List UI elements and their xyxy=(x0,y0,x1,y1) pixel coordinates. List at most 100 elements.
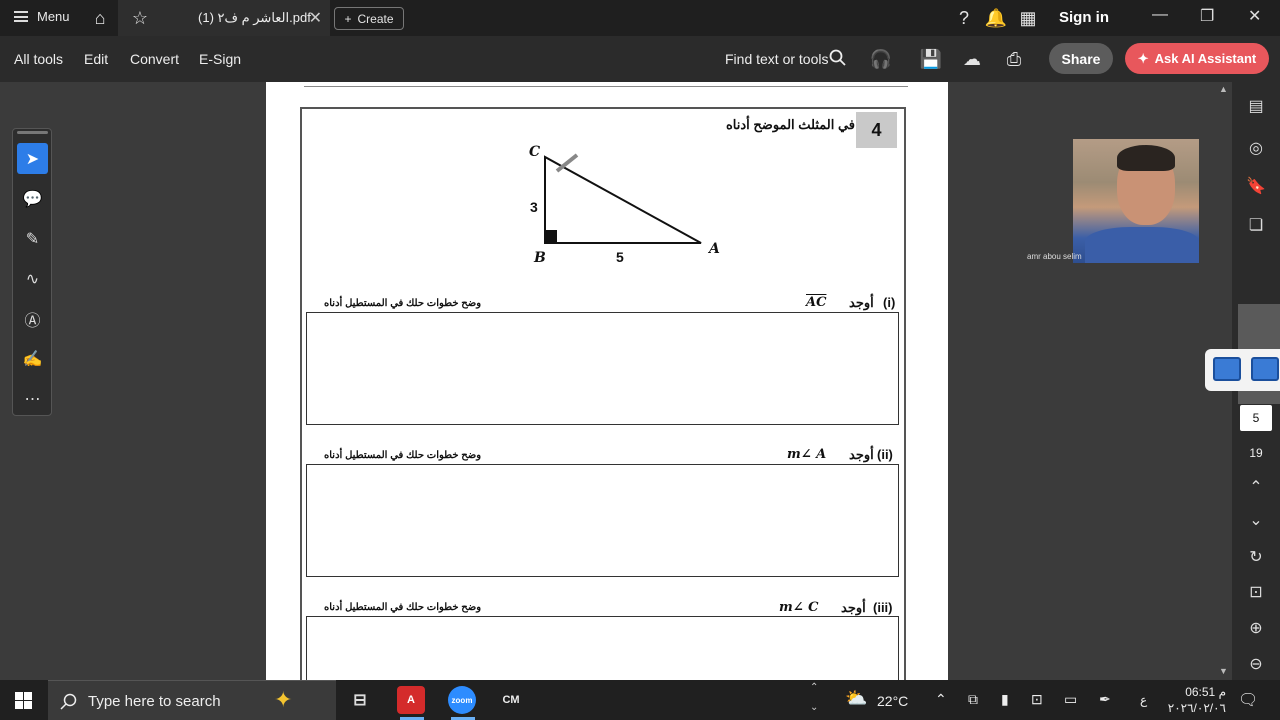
zoom-in-icon[interactable]: ⊕ xyxy=(1246,618,1266,638)
star-icon[interactable]: ☆ xyxy=(128,6,152,30)
taskbar-search[interactable]: Type here to search ✦ xyxy=(48,680,336,720)
print-icon[interactable]: ⎙ xyxy=(1002,47,1026,71)
answer-box-i[interactable] xyxy=(306,312,899,425)
scroll-up-icon[interactable]: ▲ xyxy=(1219,84,1228,94)
comment-panel-icon[interactable]: ◎ xyxy=(1246,138,1266,158)
edit-pdf-icon[interactable]: ▤ xyxy=(1246,96,1266,116)
vertex-b-label: B xyxy=(534,250,546,266)
highlight-pen-icon[interactable]: ✎ xyxy=(17,223,48,254)
windows-taskbar: Type here to search ✦ ⊟ A zoom CM ⌃ ⌄ ⛅ … xyxy=(0,680,1280,720)
upload-cloud-icon[interactable]: ☁ xyxy=(960,47,984,71)
close-tab-icon[interactable]: ✕ xyxy=(309,8,322,28)
camera-icon[interactable]: ⊡ xyxy=(1031,691,1043,708)
minimize-icon[interactable]: — xyxy=(1152,6,1168,24)
signature-icon[interactable]: ✍ xyxy=(17,343,48,374)
instruction-text: وضح خطوات حلك في المستطيل أدناه xyxy=(324,602,482,613)
clock-date: ٢٠٢٦/٠٢/٠٦ xyxy=(1167,701,1226,715)
menu-edit[interactable]: Edit xyxy=(84,51,108,67)
comment-icon[interactable]: 💬 xyxy=(17,183,48,214)
select-tool-icon[interactable]: ➤ xyxy=(17,143,48,174)
question-text: في المثلث الموضح أدناه xyxy=(726,117,855,132)
menu-all-tools[interactable]: All tools xyxy=(14,51,63,67)
part-number: (iii) xyxy=(873,600,893,615)
sign-in-button[interactable]: Sign in xyxy=(1059,9,1109,26)
home-icon[interactable]: ⌂ xyxy=(88,6,112,30)
mic-icon[interactable]: ▮ xyxy=(1001,691,1009,708)
create-button[interactable]: + Create xyxy=(334,7,404,30)
search-icon[interactable] xyxy=(829,49,847,67)
page-top-rule xyxy=(304,86,908,87)
answer-box-ii[interactable] xyxy=(306,464,899,577)
draw-freehand-icon[interactable]: ∿ xyxy=(17,263,48,294)
scroll-down-icon[interactable]: ⌄ xyxy=(810,702,818,713)
instruction-text: وضح خطوات حلك في المستطيل أدناه xyxy=(324,450,482,461)
hamburger-icon xyxy=(14,11,28,22)
page-up-icon[interactable]: ⌃ xyxy=(1246,477,1266,497)
page-down-icon[interactable]: ⌄ xyxy=(1246,510,1266,530)
video-person-hair xyxy=(1117,145,1175,171)
text-box-icon[interactable]: Ⓐ xyxy=(17,303,48,334)
create-label: Create xyxy=(357,11,394,26)
scroll-up-icon[interactable]: ⌃ xyxy=(810,682,818,693)
document-tab[interactable]: ☆ العاشر م ف٢ (1).pdf ✕ xyxy=(118,0,330,36)
question-number: 4 xyxy=(856,112,897,148)
bell-icon[interactable]: 🔔 xyxy=(984,6,1008,30)
save-icon[interactable]: 💾 xyxy=(919,47,943,71)
video-thumbnail[interactable] xyxy=(1073,139,1199,263)
participant-name: amr abou selim xyxy=(1027,252,1082,261)
find-tools-button[interactable]: Find text or tools xyxy=(725,51,829,67)
battery-icon[interactable]: ▭ xyxy=(1064,691,1077,708)
weather-icon[interactable]: ⛅ xyxy=(845,688,867,709)
find-label: أوجد xyxy=(841,600,866,615)
pdf-page: 4 في المثلث الموضح أدناه C B A 3 5 وضح خ… xyxy=(266,82,948,682)
pages-icon[interactable]: ❏ xyxy=(1246,215,1266,235)
close-window-icon[interactable]: ✕ xyxy=(1248,6,1261,26)
side-bc-label: 3 xyxy=(530,199,538,215)
instruction-text: وضح خطوات حلك في المستطيل أدناه xyxy=(324,298,482,309)
find-label: أوجد xyxy=(849,447,874,462)
acrobat-app-icon[interactable]: A xyxy=(397,686,425,714)
ask-ai-label: Ask AI Assistant xyxy=(1154,51,1257,66)
meet-now-icon[interactable]: ⧉ xyxy=(968,691,978,708)
answer-box-iii[interactable] xyxy=(306,616,899,682)
weather-temp[interactable]: 22°C xyxy=(877,693,908,709)
zoom-app-icon[interactable]: zoom xyxy=(448,686,476,714)
help-icon[interactable]: ? xyxy=(952,6,976,30)
share-screen-icon[interactable] xyxy=(1213,357,1241,381)
toolbar-grip[interactable] xyxy=(17,131,48,134)
scroll-down-icon[interactable]: ▼ xyxy=(1219,666,1228,676)
current-page-number[interactable]: 5 xyxy=(1240,405,1272,431)
search-highlight-icon: ✦ xyxy=(274,687,293,712)
zoom-out-icon[interactable]: ⊖ xyxy=(1246,654,1266,674)
bookmark-icon[interactable]: 🔖 xyxy=(1246,176,1266,196)
menu-button[interactable]: Menu xyxy=(14,9,70,24)
headphones-icon[interactable]: 🎧 xyxy=(869,47,893,71)
taskbar-clock[interactable]: 06:51 م ٢٠٢٦/٠٢/٠٦ xyxy=(1164,684,1226,716)
share-button[interactable]: Share xyxy=(1049,43,1113,74)
title-bar: Menu ⌂ ☆ العاشر م ف٢ (1).pdf ✕ + Create … xyxy=(0,0,1280,36)
total-pages: 19 xyxy=(1249,446,1263,460)
maximize-icon[interactable]: ❐ xyxy=(1200,6,1214,26)
fit-page-icon[interactable]: ⊡ xyxy=(1246,582,1266,602)
plus-icon: + xyxy=(344,11,352,26)
input-language[interactable]: ع xyxy=(1140,693,1147,707)
task-view-icon[interactable]: ⊟ xyxy=(346,686,374,714)
rotate-icon[interactable]: ↻ xyxy=(1246,547,1266,567)
video-person-shirt xyxy=(1085,227,1199,263)
more-tools-icon[interactable]: ⋯ xyxy=(17,383,48,414)
part-number: (i) xyxy=(883,295,896,310)
cm-app-icon[interactable]: CM xyxy=(497,686,525,714)
triangle-shape xyxy=(544,155,702,244)
share-screen-alt-icon[interactable] xyxy=(1251,357,1279,381)
ask-ai-button[interactable]: ✦ Ask AI Assistant xyxy=(1125,43,1269,74)
windows-start-icon[interactable] xyxy=(15,692,32,712)
apps-grid-icon[interactable]: ▦ xyxy=(1016,6,1040,30)
pen-workspace-icon[interactable]: ✒ xyxy=(1099,691,1111,708)
tray-expand-icon[interactable]: ⌃ xyxy=(935,691,947,708)
clock-time: 06:51 م xyxy=(1185,685,1226,699)
menu-convert[interactable]: Convert xyxy=(130,51,179,67)
find-label: أوجد xyxy=(849,295,874,310)
menu-esign[interactable]: E-Sign xyxy=(199,51,241,67)
menu-label: Menu xyxy=(37,9,70,24)
notifications-icon[interactable]: 🗨 xyxy=(1238,690,1258,710)
